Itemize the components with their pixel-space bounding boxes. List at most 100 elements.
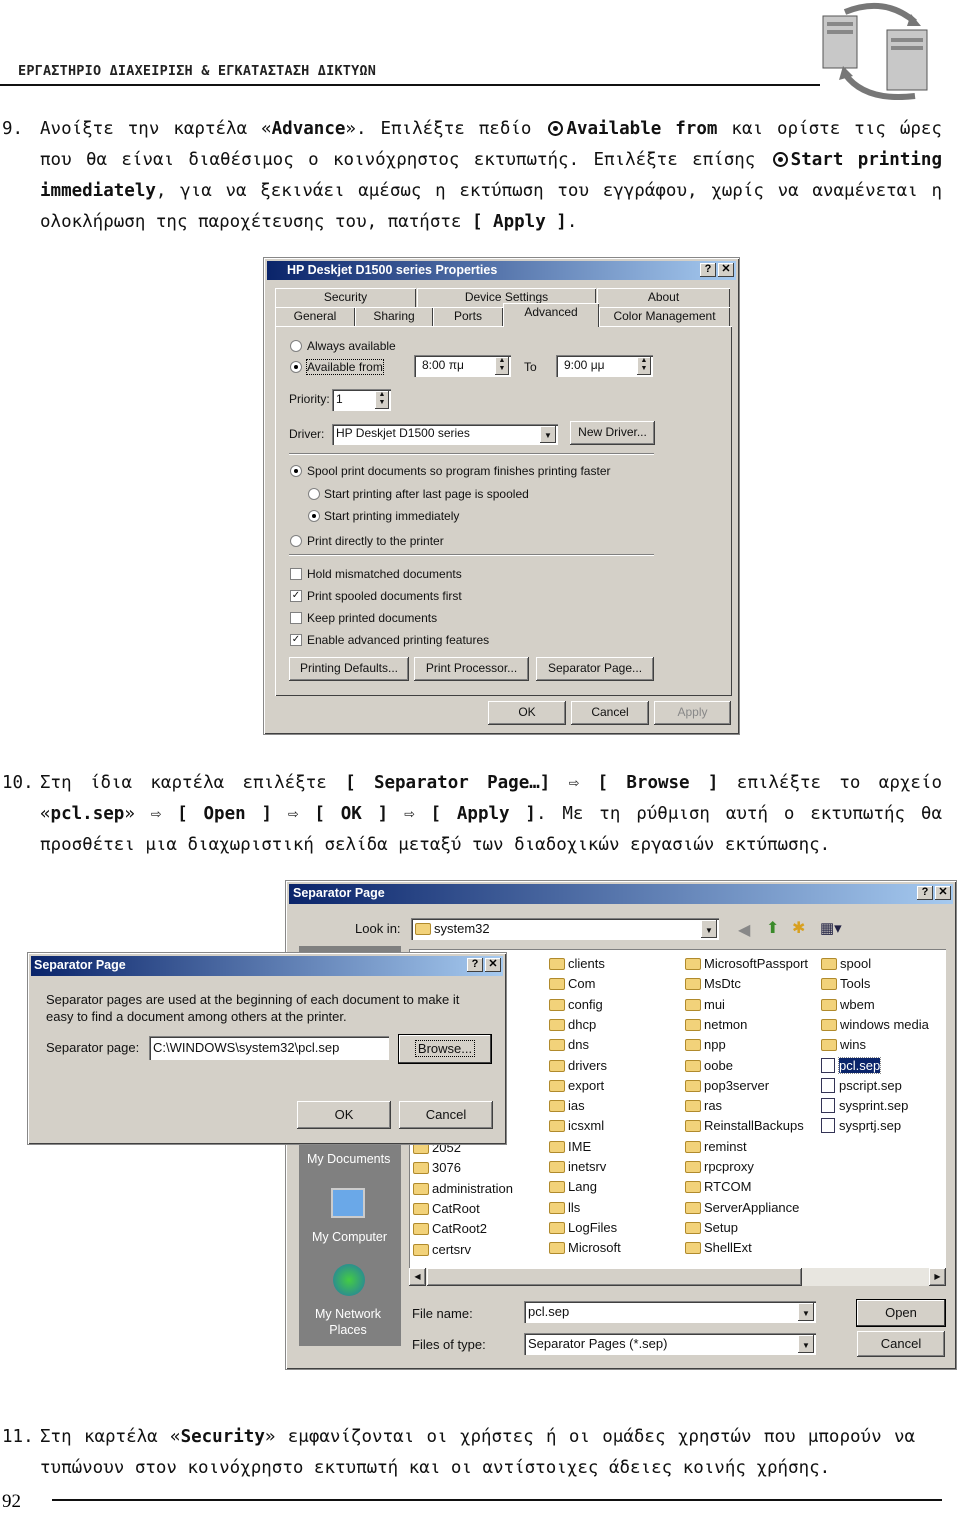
apply-button[interactable]: Apply bbox=[654, 701, 731, 725]
folder-item[interactable]: LogFiles bbox=[549, 1218, 617, 1238]
folder-item[interactable]: certsrv bbox=[413, 1240, 471, 1260]
folder-item[interactable]: ShellExt bbox=[685, 1238, 752, 1258]
folder-item[interactable]: CatRoot2 bbox=[413, 1219, 487, 1239]
start-immediately-radio[interactable] bbox=[308, 510, 320, 522]
folder-item[interactable]: config bbox=[549, 995, 603, 1015]
close-button[interactable]: ✕ bbox=[485, 958, 501, 972]
close-button[interactable]: ✕ bbox=[935, 886, 951, 900]
folder-item[interactable]: netmon bbox=[685, 1015, 747, 1035]
open-button[interactable]: Open bbox=[857, 1300, 945, 1326]
folder-item[interactable]: mui bbox=[685, 995, 725, 1015]
to-time-spinner[interactable]: 9:00 μμ ▲ ▼ bbox=[556, 355, 653, 377]
separator-page-button[interactable]: Separator Page... bbox=[536, 657, 654, 681]
view-menu-icon[interactable]: ▦▾ bbox=[820, 919, 842, 937]
cancel-button[interactable]: Cancel bbox=[857, 1331, 945, 1357]
help-button[interactable]: ? bbox=[467, 958, 483, 972]
folder-item[interactable]: IME bbox=[549, 1137, 591, 1157]
places-my-computer[interactable]: My Computer bbox=[312, 1230, 387, 1244]
priority-spinner[interactable]: 1 ▲ ▼ bbox=[332, 389, 391, 411]
folder-item[interactable]: npp bbox=[685, 1035, 726, 1055]
ok-button[interactable]: OK bbox=[297, 1101, 391, 1129]
spool-radio[interactable] bbox=[290, 465, 302, 477]
places-my-documents[interactable]: My Documents bbox=[307, 1152, 390, 1166]
horizontal-scrollbar[interactable]: ◀ ▶ bbox=[409, 1268, 946, 1286]
driver-dropdown[interactable]: HP Deskjet D1500 series ▼ bbox=[332, 424, 558, 445]
ok-button[interactable]: OK bbox=[488, 701, 566, 725]
browse-button[interactable]: Browse... bbox=[399, 1035, 491, 1063]
folder-item[interactable]: Com bbox=[549, 974, 595, 994]
folder-item[interactable]: windows media bbox=[821, 1015, 929, 1035]
new-driver-button[interactable]: New Driver... bbox=[570, 421, 655, 445]
folder-item[interactable]: CatRoot bbox=[413, 1199, 480, 1219]
folder-item[interactable]: RTCOM bbox=[685, 1177, 751, 1197]
folder-item[interactable]: Tools bbox=[821, 974, 870, 994]
folder-item[interactable]: wins bbox=[821, 1035, 866, 1055]
tab-about[interactable]: About bbox=[597, 288, 730, 307]
always-available-radio[interactable] bbox=[290, 340, 302, 352]
folder-item[interactable]: dhcp bbox=[549, 1015, 596, 1035]
tab-color-management[interactable]: Color Management bbox=[599, 307, 730, 326]
folder-item[interactable]: inetsrv bbox=[549, 1157, 606, 1177]
chevron-down-icon[interactable]: ▼ bbox=[701, 920, 717, 938]
folder-item[interactable]: drivers bbox=[549, 1056, 607, 1076]
folder-item[interactable]: spool bbox=[821, 954, 871, 974]
file-item[interactable]: pcl.sep bbox=[821, 1056, 882, 1076]
folder-item[interactable]: Setup bbox=[685, 1218, 738, 1238]
folder-item[interactable]: rpcproxy bbox=[685, 1157, 754, 1177]
places-my-network[interactable]: My Network Places bbox=[313, 1306, 383, 1338]
folder-item[interactable]: ServerAppliance bbox=[685, 1198, 799, 1218]
close-button[interactable]: ✕ bbox=[718, 263, 734, 277]
scroll-left-icon[interactable]: ◀ bbox=[409, 1268, 426, 1286]
available-from-radio[interactable] bbox=[290, 361, 302, 373]
chevron-down-icon[interactable]: ▼ bbox=[798, 1335, 814, 1353]
file-name-input[interactable]: pcl.sep ▼ bbox=[524, 1301, 816, 1323]
up-folder-icon[interactable]: ⬆ bbox=[766, 918, 779, 938]
tab-sharing[interactable]: Sharing bbox=[355, 307, 433, 326]
help-button[interactable]: ? bbox=[917, 886, 933, 900]
folder-item[interactable]: pop3server bbox=[685, 1076, 769, 1096]
printing-defaults-button[interactable]: Printing Defaults... bbox=[289, 657, 409, 681]
folder-item[interactable]: MicrosoftPassport bbox=[685, 954, 808, 974]
help-button[interactable]: ? bbox=[700, 263, 716, 277]
folder-item[interactable]: clients bbox=[549, 954, 605, 974]
folder-item[interactable]: reminst bbox=[685, 1137, 747, 1157]
tab-general[interactable]: General bbox=[275, 307, 355, 326]
folder-item[interactable]: lls bbox=[549, 1198, 580, 1218]
files-of-type-dropdown[interactable]: Separator Pages (*.sep) ▼ bbox=[524, 1333, 816, 1355]
scroll-thumb[interactable] bbox=[427, 1268, 802, 1286]
file-item[interactable]: sysprtj.sep bbox=[821, 1116, 901, 1136]
advanced-features-checkbox[interactable]: ✓ bbox=[290, 634, 302, 646]
scroll-right-icon[interactable]: ▶ bbox=[929, 1268, 946, 1286]
folder-item[interactable]: Lang bbox=[549, 1177, 597, 1197]
spin-arrows-icon[interactable]: ▲ ▼ bbox=[375, 391, 389, 409]
folder-item[interactable]: ReinstallBackups bbox=[685, 1116, 804, 1136]
start-after-last-page-radio[interactable] bbox=[308, 488, 320, 500]
look-in-dropdown[interactable]: system32 ▼ bbox=[411, 918, 719, 940]
separator-page-input[interactable]: C:\WINDOWS\system32\pcl.sep bbox=[149, 1036, 389, 1060]
file-item[interactable]: sysprint.sep bbox=[821, 1096, 908, 1116]
chevron-down-icon[interactable]: ▼ bbox=[798, 1303, 814, 1321]
folder-item[interactable]: 3076 bbox=[413, 1158, 461, 1178]
tab-security[interactable]: Security bbox=[275, 288, 416, 307]
folder-item[interactable]: export bbox=[549, 1076, 604, 1096]
cancel-button[interactable]: Cancel bbox=[399, 1101, 493, 1129]
chevron-down-icon[interactable]: ▼ bbox=[540, 426, 556, 443]
print-processor-button[interactable]: Print Processor... bbox=[414, 657, 529, 681]
new-folder-icon[interactable]: ✱ bbox=[792, 918, 805, 938]
folder-item[interactable]: Microsoft bbox=[549, 1238, 621, 1258]
folder-item[interactable]: ias bbox=[549, 1096, 585, 1116]
tab-ports[interactable]: Ports bbox=[433, 307, 503, 326]
from-time-spinner[interactable]: 8:00 πμ ▲ ▼ bbox=[414, 355, 511, 377]
file-item[interactable]: pscript.sep bbox=[821, 1076, 902, 1096]
spin-arrows-icon[interactable]: ▲ ▼ bbox=[495, 357, 509, 375]
spin-arrows-icon[interactable]: ▲ ▼ bbox=[637, 357, 651, 375]
spooled-first-checkbox[interactable]: ✓ bbox=[290, 590, 302, 602]
back-icon[interactable]: ◀ bbox=[738, 920, 750, 940]
folder-item[interactable]: ras bbox=[685, 1096, 722, 1116]
folder-item[interactable]: dns bbox=[549, 1035, 589, 1055]
folder-item[interactable]: oobe bbox=[685, 1056, 733, 1076]
folder-item[interactable]: wbem bbox=[821, 995, 875, 1015]
keep-printed-checkbox[interactable] bbox=[290, 612, 302, 624]
print-directly-radio[interactable] bbox=[290, 535, 302, 547]
folder-item[interactable]: MsDtc bbox=[685, 974, 741, 994]
